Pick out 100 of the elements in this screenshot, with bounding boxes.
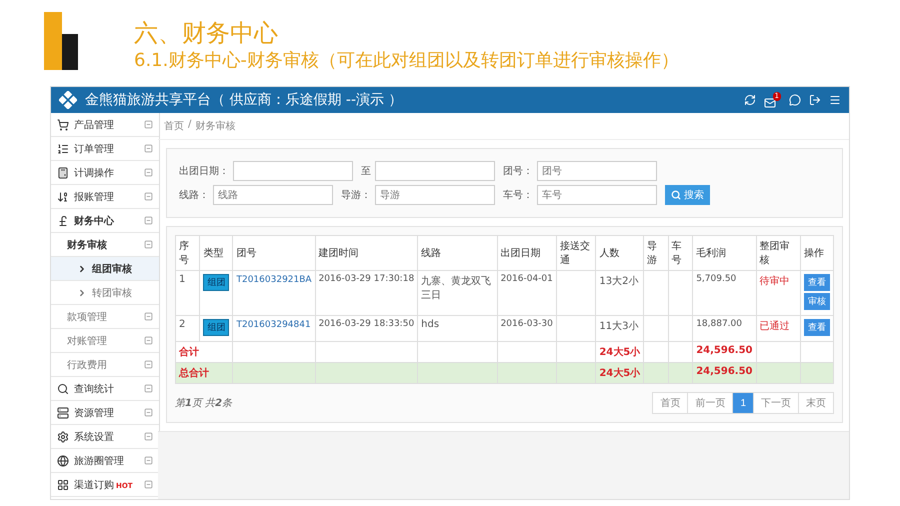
table-cell: 2016-03-29 17:30:18 <box>315 270 418 316</box>
collapse-icon[interactable] <box>144 432 153 441</box>
sidebar-label: 旅游圈管理 <box>74 454 125 468</box>
column-header: 毛利润 <box>692 236 756 270</box>
sidebar-label: 查询统计 <box>74 382 115 396</box>
collapse-icon[interactable] <box>144 336 153 345</box>
menu-icon[interactable] <box>829 94 841 106</box>
list-icon <box>57 142 69 154</box>
sidebar-item[interactable]: 组团审核 <box>51 257 159 281</box>
breadcrumb-item: 财务审核 <box>195 120 236 133</box>
sidebar-label: 款项管理 <box>67 310 108 324</box>
settings-icon <box>57 430 69 442</box>
page-button[interactable]: 首页 <box>652 392 688 414</box>
sidebar-label: 财务审核 <box>67 238 108 252</box>
column-header: 序号 <box>176 236 200 270</box>
collapse-icon[interactable] <box>144 216 153 225</box>
field-label: 线路： <box>179 188 209 202</box>
logout-icon[interactable] <box>809 94 821 106</box>
field-label: 团号： <box>503 165 533 178</box>
search-icon <box>57 382 69 394</box>
collapse-icon[interactable] <box>144 480 153 489</box>
collapse-icon[interactable] <box>144 456 153 465</box>
field-label: 导游： <box>341 189 371 202</box>
collapse-icon[interactable] <box>144 384 153 393</box>
server-icon <box>57 406 69 418</box>
page-button[interactable]: 末页 <box>798 392 834 414</box>
page-button[interactable]: 下一页 <box>753 392 799 414</box>
column-header: 类型 <box>200 236 233 270</box>
sidebar-label: 行政费用 <box>67 358 108 372</box>
slide-title: 六、财务中心 <box>134 18 279 48</box>
input-field[interactable]: 车号 <box>537 185 657 205</box>
field-label: 出团日期： <box>179 164 229 178</box>
collapse-icon[interactable] <box>144 144 153 153</box>
globe-icon <box>57 454 69 466</box>
sidebar-label: 订单管理 <box>74 142 115 156</box>
collapse-icon[interactable] <box>144 120 153 129</box>
logo-icon <box>59 91 77 109</box>
cart-icon <box>57 118 69 130</box>
breadcrumb-separator: / <box>188 119 192 132</box>
audit-status: 已通过 <box>760 321 790 332</box>
collapse-icon[interactable] <box>144 408 153 417</box>
sidebar-label: 计调操作 <box>74 166 115 180</box>
column-header: 车号 <box>668 236 693 270</box>
total-profit: 24,596.50 <box>696 366 752 377</box>
table-cell: 1 <box>176 270 200 316</box>
app-title: 金熊猫旅游共享平台（ 供应商：乐途假期 --演示 ） <box>85 91 404 109</box>
chevron-icon <box>77 264 87 274</box>
mail-icon <box>764 96 776 108</box>
collapse-icon[interactable] <box>144 240 153 249</box>
column-header: 接送交通 <box>556 236 596 270</box>
total-people: 24大5小 <box>599 368 640 379</box>
total-label: 总合计 <box>179 368 209 379</box>
action-button[interactable]: 查看 <box>804 319 830 336</box>
sidebar-label: 资源管理 <box>74 406 115 420</box>
column-header: 人数 <box>596 236 644 270</box>
column-header: 导游 <box>644 236 668 270</box>
collapse-icon[interactable] <box>144 312 153 321</box>
sidebar-label: 对账管理 <box>67 334 108 348</box>
column-header: 整团审核 <box>756 236 800 270</box>
pound-icon <box>57 214 69 226</box>
input-field[interactable]: 线路 <box>213 185 333 205</box>
collapse-icon[interactable] <box>144 192 153 201</box>
sidebar-label: 组团审核 <box>92 262 133 276</box>
action-button[interactable]: 审核 <box>804 293 830 310</box>
sidebar-label: 报账管理 <box>74 190 115 204</box>
grid-icon <box>57 478 69 490</box>
type-tag: 组团 <box>203 274 230 291</box>
logo-icon <box>44 12 78 70</box>
page-info: 第1页 共2条 <box>175 396 232 410</box>
input-field[interactable]: 导游 <box>375 185 495 205</box>
search-button[interactable]: 搜索 <box>665 185 710 205</box>
input-field[interactable]: 团号 <box>537 161 657 181</box>
chevron-icon <box>77 288 87 298</box>
page-button[interactable]: 前一页 <box>687 392 734 414</box>
search-icon <box>671 190 681 200</box>
total-people: 24大5小 <box>599 347 640 358</box>
refresh-icon[interactable] <box>744 94 756 106</box>
column-header: 线路 <box>418 236 498 270</box>
sidebar-label: 财务中心 <box>74 214 115 228</box>
field-label: 至 <box>361 165 371 178</box>
table-cell: 5,709.50 <box>692 270 756 316</box>
collapse-icon[interactable] <box>144 168 153 177</box>
input-field[interactable] <box>233 161 353 181</box>
page-button[interactable]: 1 <box>732 392 754 414</box>
sidebar-label: 系统设置 <box>74 430 115 444</box>
column-header: 操作 <box>800 236 834 270</box>
breadcrumb-item[interactable]: 首页 <box>164 119 184 133</box>
sort-icon <box>57 190 69 202</box>
slide-subtitle: 6.1.财务中心-财务审核（可在此对组团以及转团订单进行审核操作） <box>134 49 679 73</box>
total-profit: 24,596.50 <box>696 345 752 356</box>
total-label: 合计 <box>179 347 199 358</box>
field-label: 车号： <box>503 188 533 202</box>
action-button[interactable]: 查看 <box>804 274 830 291</box>
input-field[interactable] <box>375 161 495 181</box>
collapse-icon[interactable] <box>144 360 153 369</box>
table-cell: 2016-04-01 <box>497 270 556 316</box>
type-tag: 组团 <box>203 319 230 336</box>
chat-icon[interactable] <box>789 94 801 106</box>
sidebar-label: 转团审核 <box>92 286 133 300</box>
audit-status: 待审中 <box>760 276 790 287</box>
